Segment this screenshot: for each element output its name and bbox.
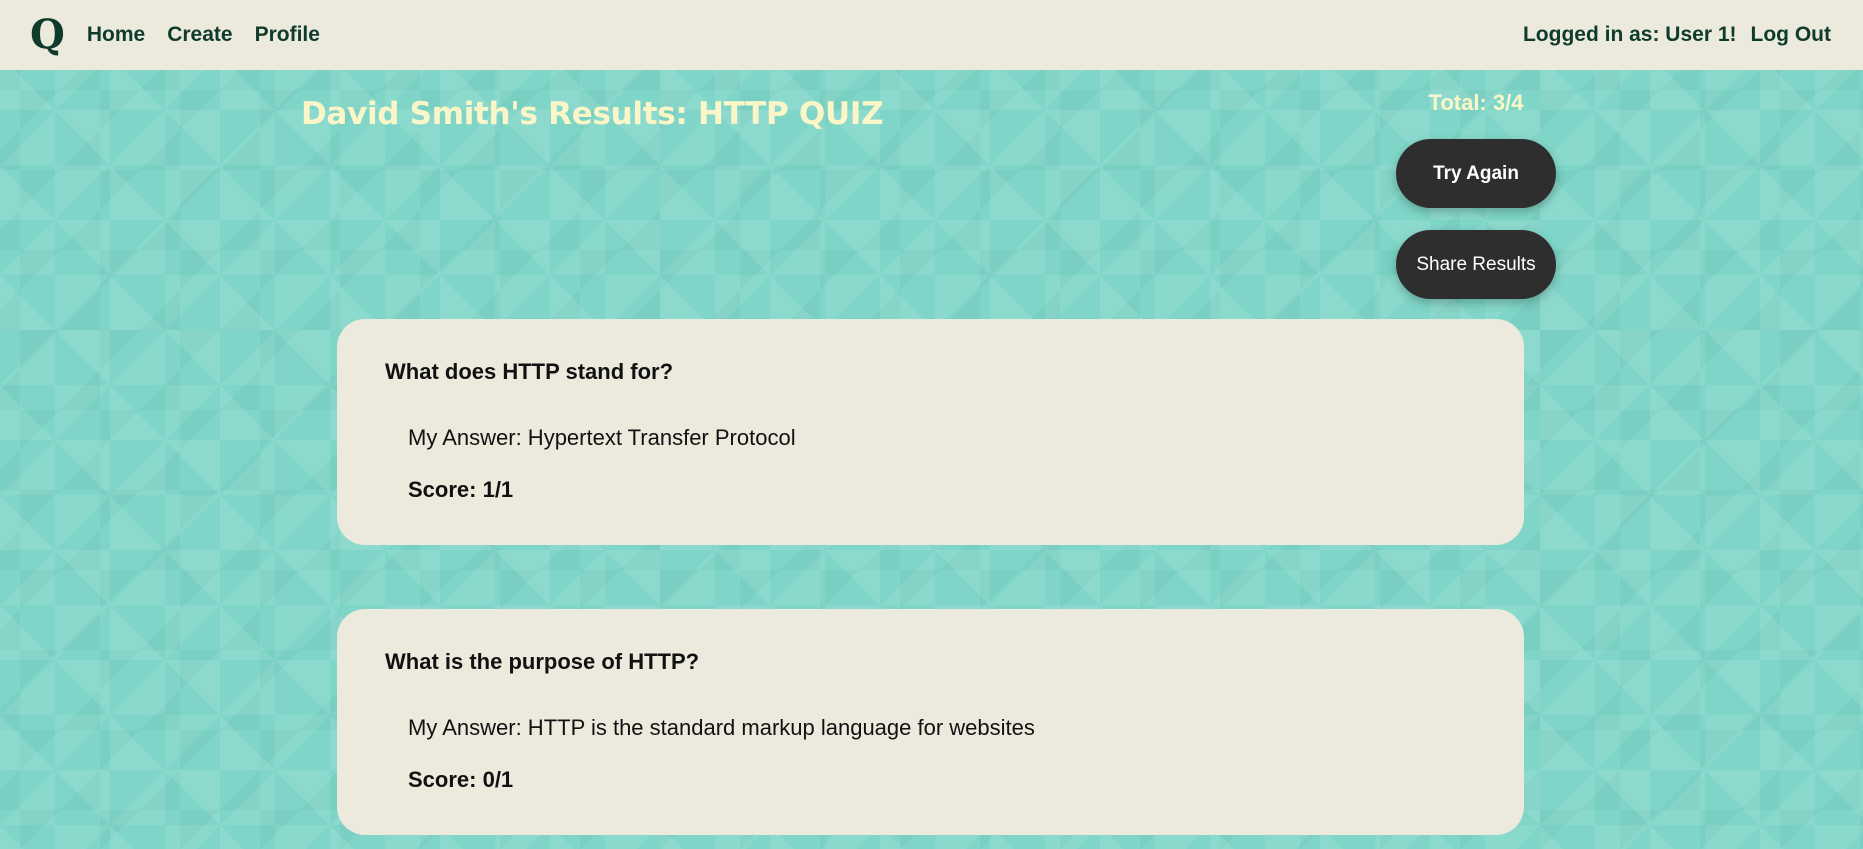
my-answer-text: My Answer: HTTP is the standard markup l… bbox=[408, 715, 1035, 740]
logout-link[interactable]: Log Out bbox=[1751, 23, 1831, 47]
logo[interactable]: Q bbox=[30, 15, 65, 55]
nav-profile-link[interactable]: Profile bbox=[255, 23, 320, 47]
total-score: Total: 3/4 bbox=[1428, 90, 1524, 115]
my-answer-text: My Answer: Hypertext Transfer Protocol bbox=[408, 425, 796, 450]
logged-in-user-label: Logged in as: User 1! bbox=[1522, 23, 1737, 46]
nav-create-link[interactable]: Create bbox=[167, 23, 232, 47]
question-card: What does HTTP stand for? My Answer: Hyp… bbox=[337, 319, 1524, 545]
page-title: David Smith's Results: HTTP QUIZ bbox=[301, 96, 884, 132]
question-text: What does HTTP stand for? bbox=[385, 359, 674, 384]
nav-home-link[interactable]: Home bbox=[87, 23, 145, 47]
question-card: What is the purpose of HTTP? My Answer: … bbox=[337, 609, 1524, 835]
try-again-button[interactable]: Try Again bbox=[1396, 139, 1556, 208]
nav-user-area: Logged in as: User 1! Log Out bbox=[1523, 23, 1833, 47]
top-navbar: Q Home Create Profile Logged in as: User… bbox=[0, 0, 1863, 70]
question-text: What is the purpose of HTTP? bbox=[385, 649, 700, 674]
share-results-button[interactable]: Share Results bbox=[1396, 230, 1556, 299]
question-score: Score: 1/1 bbox=[408, 477, 514, 502]
question-score: Score: 0/1 bbox=[408, 767, 514, 792]
